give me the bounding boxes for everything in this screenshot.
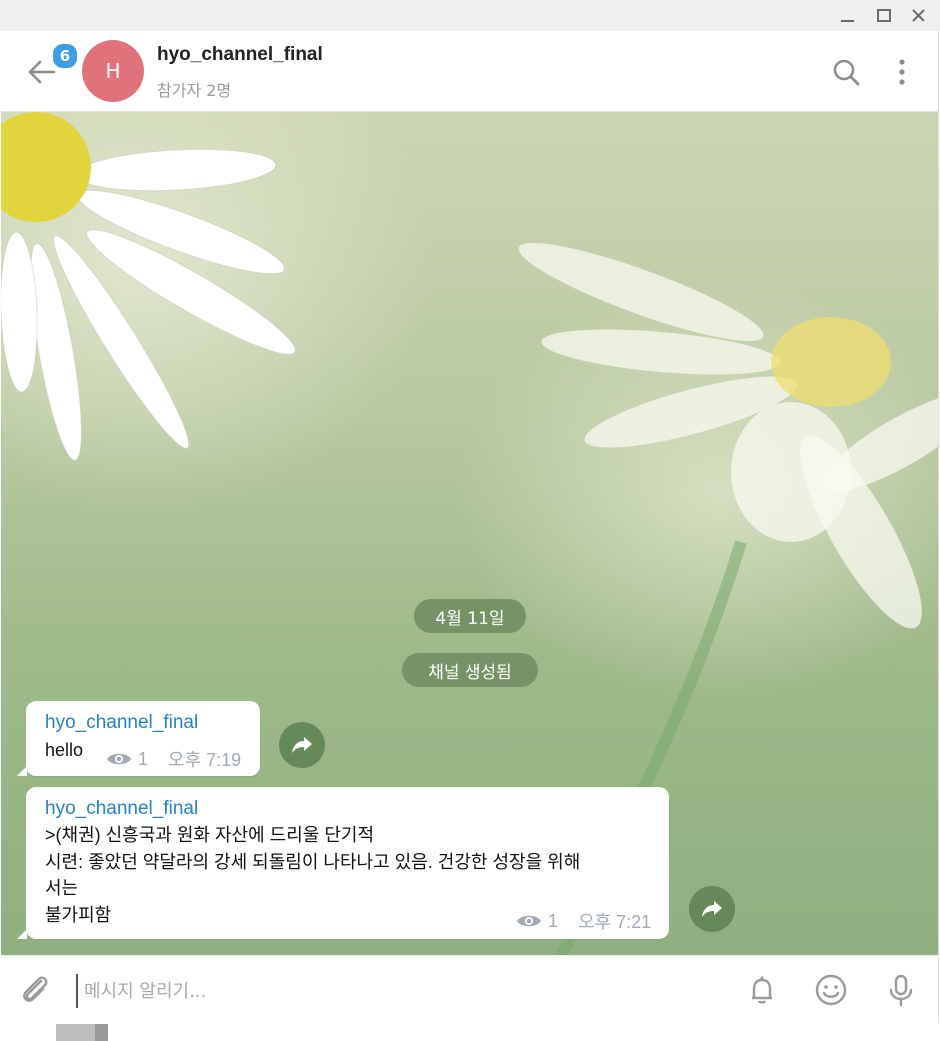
chat-title[interactable]: hyo_channel_final <box>157 44 323 66</box>
search-icon[interactable] <box>829 55 863 89</box>
forward-button[interactable] <box>689 886 735 932</box>
taskbar-fragment <box>95 1024 108 1041</box>
participants-count: 참가자 2명 <box>157 81 232 100</box>
bubble-tail <box>17 929 27 939</box>
microphone-icon[interactable] <box>883 972 919 1008</box>
message-author[interactable]: hyo_channel_final <box>45 798 198 820</box>
message-line: 서는 <box>45 878 79 898</box>
message-line: 불가피함 <box>45 904 112 925</box>
bubble-tail <box>17 766 27 776</box>
message-time: 오후 7:21 <box>578 912 652 932</box>
emoji-icon[interactable] <box>813 972 849 1008</box>
avatar[interactable]: H <box>82 40 144 102</box>
message-line: 시련: 좋았던 약달라의 강세 되돌림이 나타나고 있음. 건강한 성장을 위해 <box>45 851 581 872</box>
channel-created-notice: 채널 생성됨 <box>402 653 538 687</box>
minimize-icon[interactable] <box>838 6 858 26</box>
message-text: hello <box>45 740 84 760</box>
views-count: 1 <box>138 748 149 769</box>
message-meta: 1 오후 7:19 <box>106 746 241 772</box>
bell-icon[interactable] <box>744 972 780 1008</box>
views-eye-icon <box>107 753 131 765</box>
views-count: 1 <box>548 910 559 931</box>
message-composer <box>1 955 938 1024</box>
views-eye-icon <box>517 915 541 927</box>
message-time: 오후 7:19 <box>168 750 242 770</box>
message-text: >(채권) 신흥국과 원화 자산에 드리울 단기적 시련: 좋았던 약달라의 강… <box>45 822 580 928</box>
forward-button[interactable] <box>279 722 325 768</box>
attach-icon[interactable] <box>17 972 53 1008</box>
more-menu-icon[interactable] <box>885 55 919 89</box>
message-bubble[interactable]: hyo_channel_final hello 1 오후 7:19 <box>17 701 260 776</box>
close-icon[interactable] <box>909 6 929 26</box>
chat-area[interactable]: 4월 11일 채널 생성됨 hyo_channel_final hello 1 … <box>1 112 938 955</box>
message-meta: 1 오후 7:21 <box>516 908 651 934</box>
maximize-icon[interactable] <box>874 6 894 26</box>
message-line: >(채권) 신흥국과 원화 자산에 드리울 단기적 <box>45 825 375 845</box>
telegram-window: 6 H hyo_channel_final 참가자 2명 4월 11일 채널 생… <box>1 31 939 1024</box>
window-titlebar <box>0 0 940 31</box>
message-bubble[interactable]: hyo_channel_final >(채권) 신흥국과 원화 자산에 드리울 … <box>17 787 669 939</box>
share-arrow-icon <box>292 737 312 753</box>
share-arrow-icon <box>702 901 722 917</box>
message-author[interactable]: hyo_channel_final <box>45 712 198 734</box>
message-input[interactable] <box>76 974 726 1008</box>
chat-header: 6 H hyo_channel_final 참가자 2명 <box>1 31 938 112</box>
date-separator: 4월 11일 <box>414 599 526 633</box>
unread-badge: 6 <box>51 42 79 70</box>
